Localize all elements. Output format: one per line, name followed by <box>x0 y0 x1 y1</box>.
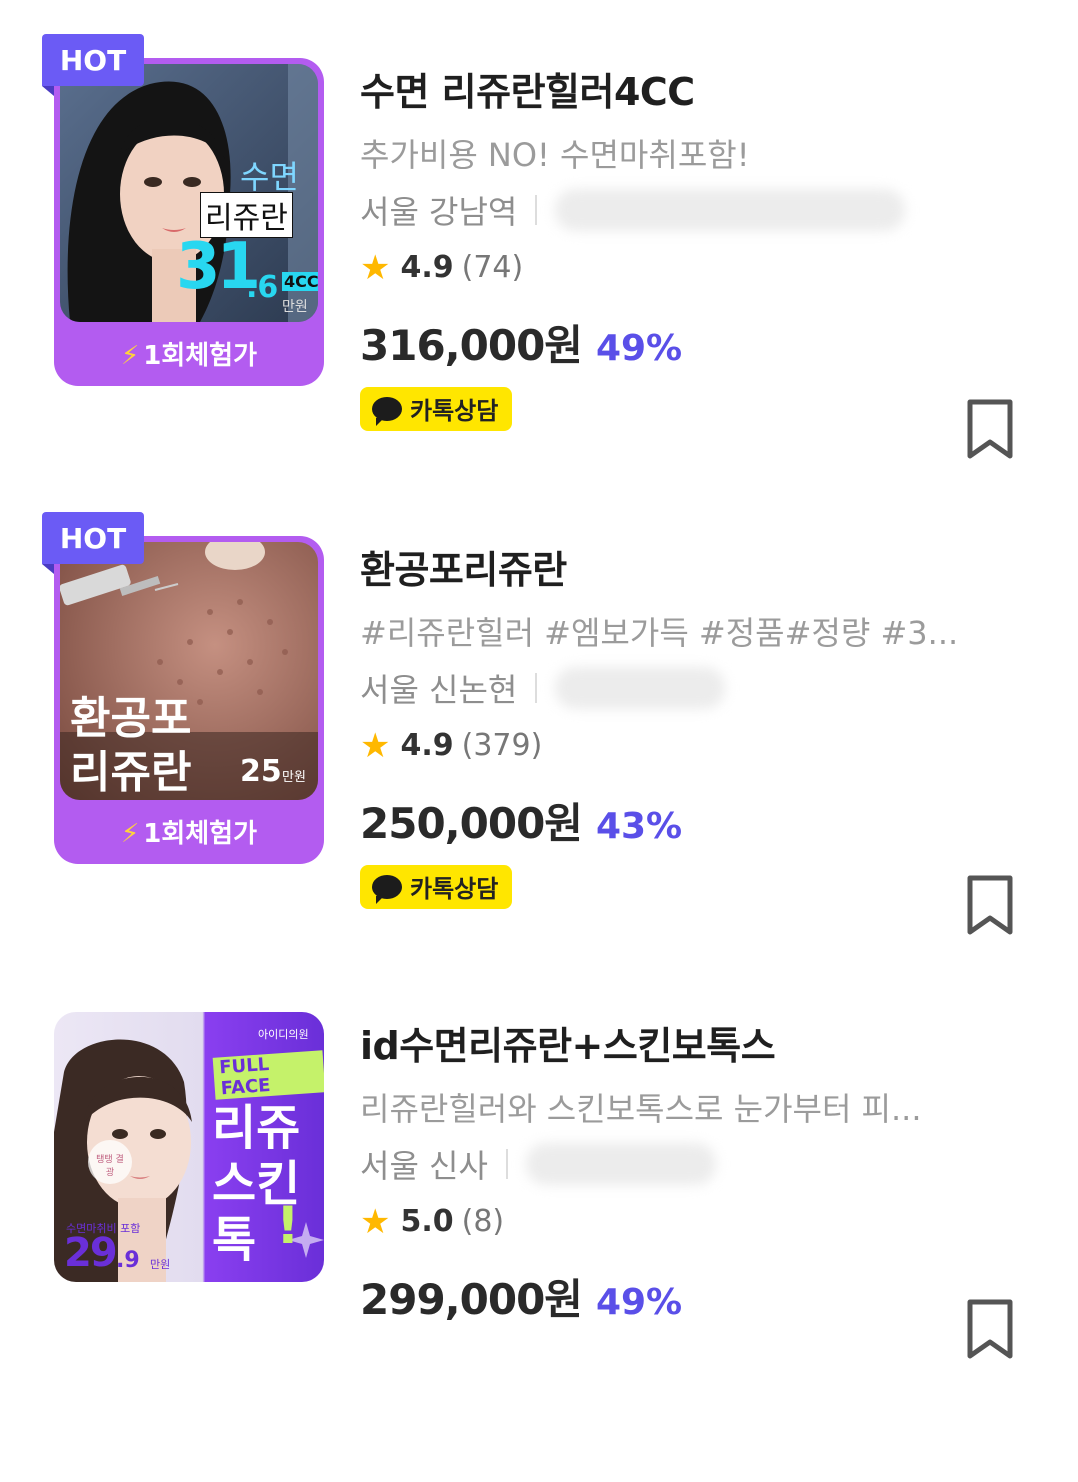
kakao-consult-label: 카톡상담 <box>410 875 499 904</box>
price-row: 316,000원 49% <box>360 312 1020 373</box>
redacted-clinic-name <box>555 666 726 709</box>
price-row: 299,000원 49% <box>360 1266 1020 1327</box>
location: 서울 신사 <box>360 1146 488 1185</box>
product-title[interactable]: id수면리쥬란+스킨보톡스 <box>360 1024 1020 1070</box>
review-count: (74) <box>461 250 524 286</box>
thumb-line3: 톡 <box>212 1212 257 1268</box>
location: 서울 신논현 <box>360 670 518 709</box>
thumb-price-dec: .9 <box>116 1248 140 1273</box>
star-icon: ★ <box>360 725 391 766</box>
promo-frame: 수면 리쥬란 31 .6 4CC 만원 ⚡ 1회체험가 <box>54 58 324 386</box>
divider <box>505 1148 508 1179</box>
product-image: 환공포 리쥬란 25 만원 <box>60 542 318 800</box>
product-info[interactable]: 환공포리쥬란 #리쥬란힐러 #엠보가득 #정품#정량 #3... 서울 신논현 … <box>360 536 1020 909</box>
review-count: (8) <box>461 1204 505 1240</box>
thumb-unit: 만원 <box>282 299 308 315</box>
product-card[interactable]: 환공포 리쥬란 25 만원 ⚡ 1회체험가 HOT 환공포리쥬란 #리쥬란힐러 #… <box>0 512 1078 1006</box>
price: 299,000원 <box>360 1274 583 1324</box>
rating-value: 4.9 <box>400 250 454 286</box>
promo-label: ⚡ 1회체험가 <box>120 819 258 849</box>
discount-rate: 49% <box>595 1281 683 1323</box>
product-subtitle: #리쥬란힐러 #엠보가득 #정품#정량 #3... <box>360 613 959 652</box>
product-card[interactable]: 수면 리쥬란 31 .6 4CC 만원 ⚡ 1회체험가 HOT 수면 리쥬란힐러4… <box>0 34 1078 528</box>
rating-row: ★ 4.9 (74) <box>360 246 1020 290</box>
product-title[interactable]: 환공포리쥬란 <box>360 548 1020 594</box>
thumb-excl: ! <box>276 1196 300 1256</box>
rating-value: 4.9 <box>400 728 454 764</box>
hot-badge: HOT <box>42 512 144 574</box>
lightning-icon: ⚡ <box>120 819 140 849</box>
kakao-consult-label: 카톡상담 <box>410 397 499 426</box>
redacted-clinic-name <box>555 188 906 231</box>
thumb-brand: 아이디의원 <box>258 1028 309 1041</box>
price: 250,000원 <box>360 798 583 848</box>
thumb-cc: 4CC <box>282 272 318 291</box>
thumb-price-dec: .6 <box>246 270 279 305</box>
redacted-clinic-name <box>525 1142 716 1185</box>
location: 서울 강남역 <box>360 192 518 231</box>
divider <box>535 672 538 703</box>
star-icon: ★ <box>360 1201 391 1242</box>
thumb-price-big: 25 <box>240 754 282 789</box>
review-count: (379) <box>461 728 543 764</box>
product-thumbnail[interactable]: 아이디의원 FULL FACE 리쥬 스킨 톡 ! 탱탱 결광 수면마취비 포함… <box>54 1012 324 1340</box>
bookmark-icon[interactable] <box>966 874 1014 936</box>
product-image: 수면 리쥬란 31 .6 4CC 만원 <box>60 64 318 322</box>
rating-row: ★ 4.9 (379) <box>360 724 1020 768</box>
product-subtitle: 리쥬란힐러와 스킨보톡스로 눈가부터 피... <box>360 1089 922 1128</box>
location-row: 서울 신논현 <box>360 666 1020 710</box>
kakao-chat-icon <box>372 874 402 904</box>
location-row: 서울 신사 <box>360 1142 1020 1186</box>
lightning-icon: ⚡ <box>120 341 140 371</box>
price: 316,000원 <box>360 320 583 370</box>
product-info[interactable]: 수면 리쥬란힐러4CC 추가비용 NO! 수면마취포함! 서울 강남역 ★ 4.… <box>360 58 1020 431</box>
rating-value: 5.0 <box>400 1204 454 1240</box>
thumb-unit: 만원 <box>282 770 306 785</box>
promo-frame: 환공포 리쥬란 25 만원 ⚡ 1회체험가 <box>54 536 324 864</box>
thumb-price-big: 31 <box>176 230 261 304</box>
thumb-price-big: 29 <box>64 1230 118 1276</box>
thumb-cheek-text: 탱탱 결광 <box>96 1155 124 1178</box>
hot-badge: HOT <box>42 34 144 96</box>
product-thumbnail[interactable]: 환공포 리쥬란 25 만원 ⚡ 1회체험가 HOT <box>42 512 324 864</box>
product-info[interactable]: id수면리쥬란+스킨보톡스 리쥬란힐러와 스킨보톡스로 눈가부터 피... 서울… <box>360 1012 1020 1327</box>
product-subtitle: 추가비용 NO! 수면마취포함! <box>360 135 750 174</box>
kakao-consult-button[interactable]: 카톡상담 <box>360 386 513 431</box>
product-title[interactable]: 수면 리쥬란힐러4CC <box>360 70 1020 116</box>
thumb-line2: 리쥬란 <box>70 747 192 798</box>
discount-rate: 43% <box>595 805 683 847</box>
rating-row: ★ 5.0 (8) <box>360 1200 1020 1244</box>
product-card[interactable]: 아이디의원 FULL FACE 리쥬 스킨 톡 ! 탱탱 결광 수면마취비 포함… <box>0 1012 1078 1482</box>
price-row: 250,000원 43% <box>360 790 1020 851</box>
kakao-chat-icon <box>372 396 402 426</box>
thumb-unit: 만원 <box>150 1258 171 1271</box>
bookmark-icon[interactable] <box>966 1298 1014 1360</box>
promo-label: ⚡ 1회체험가 <box>120 341 258 371</box>
discount-rate: 49% <box>595 327 683 369</box>
location-row: 서울 강남역 <box>360 188 1020 232</box>
bookmark-icon[interactable] <box>966 398 1014 460</box>
star-icon: ★ <box>360 247 391 288</box>
product-thumbnail[interactable]: 수면 리쥬란 31 .6 4CC 만원 ⚡ 1회체험가 HOT <box>42 34 324 386</box>
kakao-consult-button[interactable]: 카톡상담 <box>360 864 513 909</box>
divider <box>535 194 538 225</box>
product-image: 아이디의원 FULL FACE 리쥬 스킨 톡 ! 탱탱 결광 수면마취비 포함… <box>54 1012 324 1282</box>
